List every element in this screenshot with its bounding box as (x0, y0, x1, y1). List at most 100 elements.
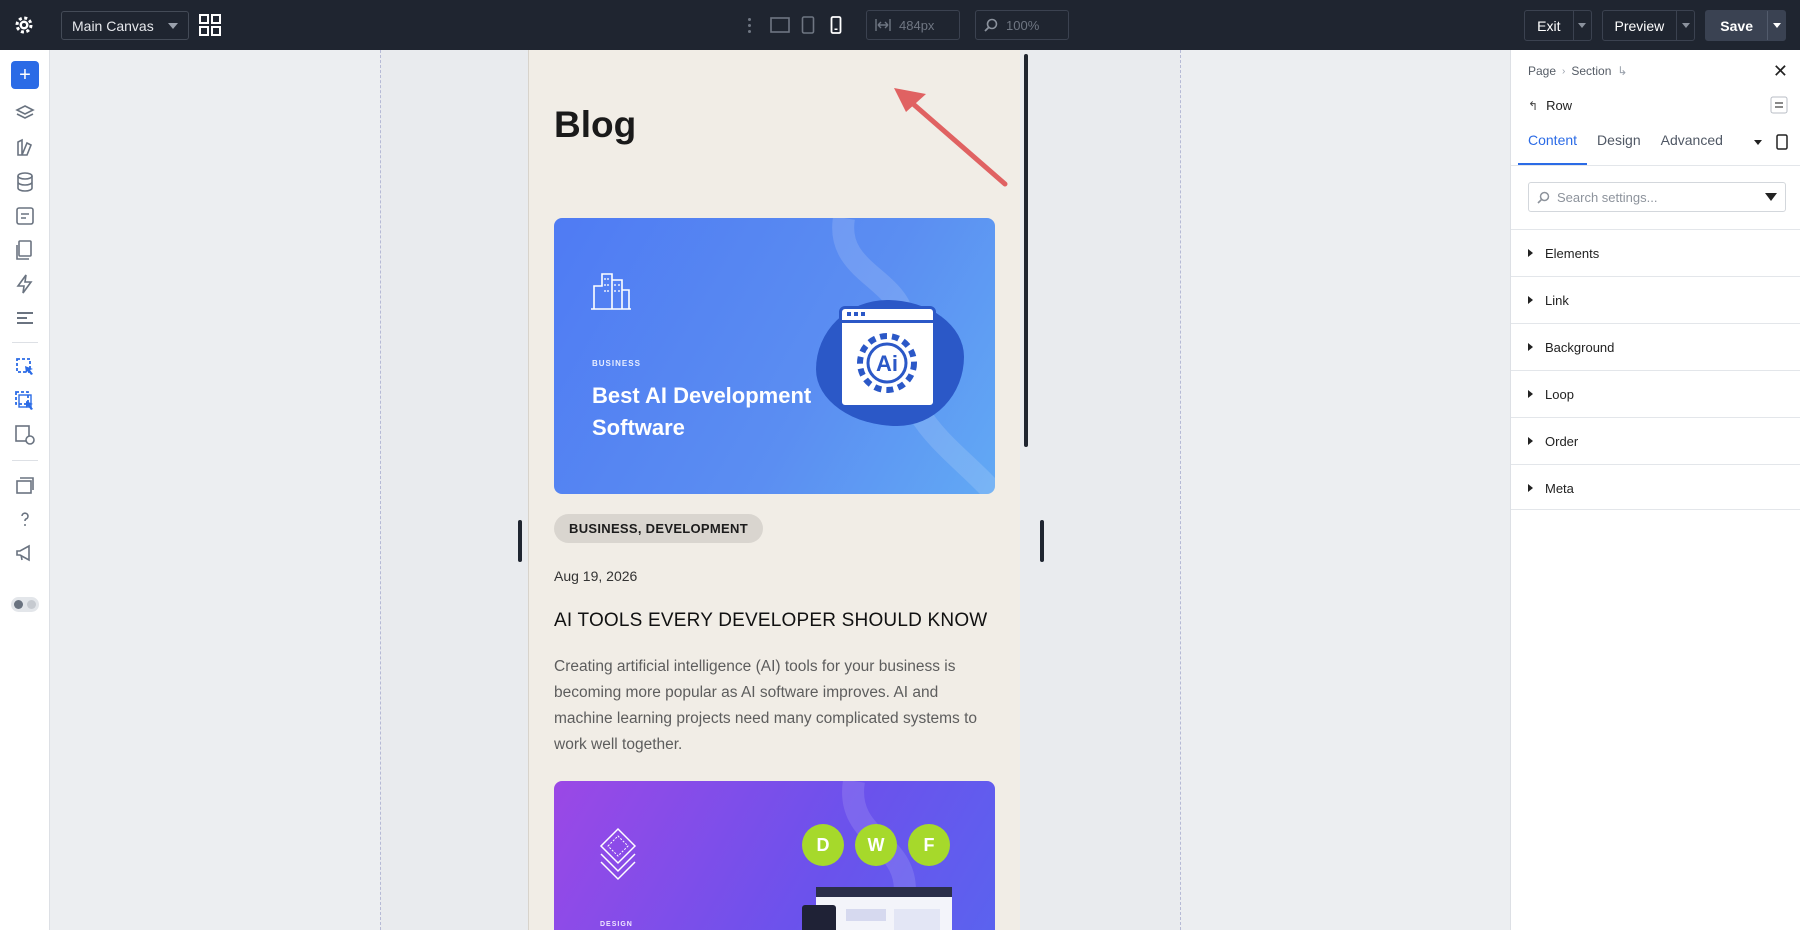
frame-scrollbar[interactable] (1024, 54, 1028, 447)
top-bar: Main Canvas 484px 100% Exit Preview Save (0, 0, 1800, 50)
lightning-icon[interactable] (13, 272, 37, 296)
post-category-tag[interactable]: BUSINESS, DEVELOPMENT (554, 514, 763, 543)
group-label: Link (1545, 292, 1569, 308)
structure-icon[interactable] (13, 306, 37, 330)
tablet-icon (801, 16, 815, 34)
settings-gear-icon[interactable] (12, 13, 36, 37)
database-icon[interactable] (13, 170, 37, 194)
chevron-down-icon (168, 22, 178, 29)
preview-eye-icon[interactable] (13, 423, 37, 447)
canvas-width-input[interactable]: 484px (866, 10, 960, 40)
layers-icon[interactable] (13, 102, 37, 126)
element-options-icon[interactable] (1770, 96, 1788, 114)
tabs-extra-controls (1754, 134, 1788, 150)
group-label: Meta (1545, 480, 1574, 496)
grid-layout-icon[interactable] (198, 13, 222, 37)
theme-toggle[interactable] (11, 597, 39, 612)
tabs-dropdown-icon[interactable] (1754, 139, 1762, 145)
exit-dropdown-icon[interactable] (1572, 11, 1591, 40)
left-sidebar: + (0, 50, 50, 930)
builder-canvas[interactable]: Blog BUSINESS Best AI Development Softwa… (50, 50, 1510, 930)
element-selector[interactable]: ↰ Row (1528, 98, 1572, 113)
post-date: Aug 19, 2026 (554, 568, 638, 584)
browser-mockup-icon (802, 887, 952, 930)
close-panel-button[interactable]: ✕ (1773, 61, 1788, 82)
caret-right-icon (1528, 343, 1533, 351)
more-options-icon[interactable] (740, 10, 758, 40)
form-icon[interactable] (13, 204, 37, 228)
post-featured-image[interactable]: BUSINESS Best AI Development Software Ai (554, 218, 995, 494)
element-name: Row (1546, 98, 1573, 113)
canvas-width-value: 484px (899, 17, 935, 33)
blog-heading[interactable]: Blog (554, 104, 636, 146)
group-elements[interactable]: Elements (1511, 229, 1800, 276)
image-category-label: BUSINESS (592, 359, 641, 368)
window-titlebar (842, 309, 933, 323)
child-arrow-icon: ↳ (1617, 64, 1628, 78)
sidebar-divider (12, 460, 38, 461)
design-system-icon[interactable] (13, 136, 37, 160)
caret-right-icon (1528, 249, 1533, 257)
select-cursor-icon[interactable] (13, 355, 37, 379)
ai-gear-label: Ai (876, 351, 898, 376)
announcement-icon[interactable] (13, 541, 37, 565)
group-link[interactable]: Link (1511, 276, 1800, 323)
sidebar-divider (12, 342, 38, 343)
tabs-divider (1511, 165, 1800, 166)
breadcrumb-page[interactable]: Page (1528, 64, 1556, 78)
zoom-search-icon (984, 18, 998, 32)
pages-icon[interactable] (13, 238, 37, 262)
framer-badge-icon: F (908, 824, 950, 866)
filter-icon[interactable] (1765, 193, 1777, 201)
zoom-input[interactable]: 100% (975, 10, 1069, 40)
multi-select-icon[interactable] (13, 389, 37, 413)
exit-button[interactable]: Exit (1524, 10, 1592, 41)
group-loop[interactable]: Loop (1511, 370, 1800, 417)
back-arrow-icon: ↰ (1528, 98, 1539, 113)
add-element-button[interactable]: + (11, 61, 39, 89)
zoom-value: 100% (1006, 17, 1040, 33)
preview-button[interactable]: Preview (1601, 10, 1696, 41)
image-category-label: DESIGN (600, 921, 633, 928)
guide-line-left (380, 50, 381, 930)
resize-handle-right[interactable] (1040, 520, 1044, 562)
building-icon (591, 273, 631, 310)
tab-advanced[interactable]: Advanced (1651, 132, 1733, 160)
breadcrumb: Page › Section ↳ (1528, 64, 1627, 78)
post-featured-image[interactable]: DESIGN D W F (554, 781, 995, 930)
canvas-select[interactable]: Main Canvas (61, 11, 189, 40)
group-background[interactable]: Background (1511, 323, 1800, 370)
phone-responsive-icon[interactable] (1776, 134, 1788, 150)
canvas-select-value: Main Canvas (72, 17, 154, 34)
breadcrumb-section[interactable]: Section (1571, 64, 1611, 78)
panel-tabs: Content Design Advanced (1518, 132, 1733, 165)
post-title[interactable]: AI TOOLS EVERY DEVELOPER SHOULD KNOW (554, 610, 987, 632)
caret-right-icon (1528, 296, 1533, 304)
guide-line-right (1180, 50, 1181, 930)
library-icon[interactable] (13, 473, 37, 497)
settings-search-input[interactable]: Search settings... (1528, 182, 1786, 212)
tab-design[interactable]: Design (1587, 132, 1651, 160)
group-label: Background (1545, 339, 1615, 355)
device-toolbar: 484px 100% (740, 10, 1069, 40)
save-dropdown-icon[interactable] (1767, 11, 1785, 40)
save-button[interactable]: Save (1705, 10, 1786, 41)
search-placeholder: Search settings... (1557, 189, 1658, 205)
ai-gear-icon: Ai (857, 333, 917, 393)
group-meta[interactable]: Meta (1511, 464, 1800, 511)
post-excerpt: Creating artificial intelligence (AI) to… (554, 658, 978, 753)
caret-right-icon (1528, 390, 1533, 398)
webflow-badge-icon: W (855, 824, 897, 866)
help-icon[interactable] (13, 507, 37, 531)
phone-view-button[interactable] (822, 10, 850, 40)
divi-badge-icon: D (802, 824, 844, 866)
desktop-icon (770, 17, 790, 33)
preview-dropdown-icon[interactable] (1676, 11, 1694, 40)
tab-content[interactable]: Content (1518, 132, 1588, 165)
group-label: Order (1545, 433, 1579, 449)
image-title: Best AI Development Software (592, 383, 812, 440)
desktop-view-button[interactable] (766, 10, 794, 40)
resize-handle-left[interactable] (518, 520, 522, 562)
tablet-view-button[interactable] (794, 10, 822, 40)
group-order[interactable]: Order (1511, 417, 1800, 464)
